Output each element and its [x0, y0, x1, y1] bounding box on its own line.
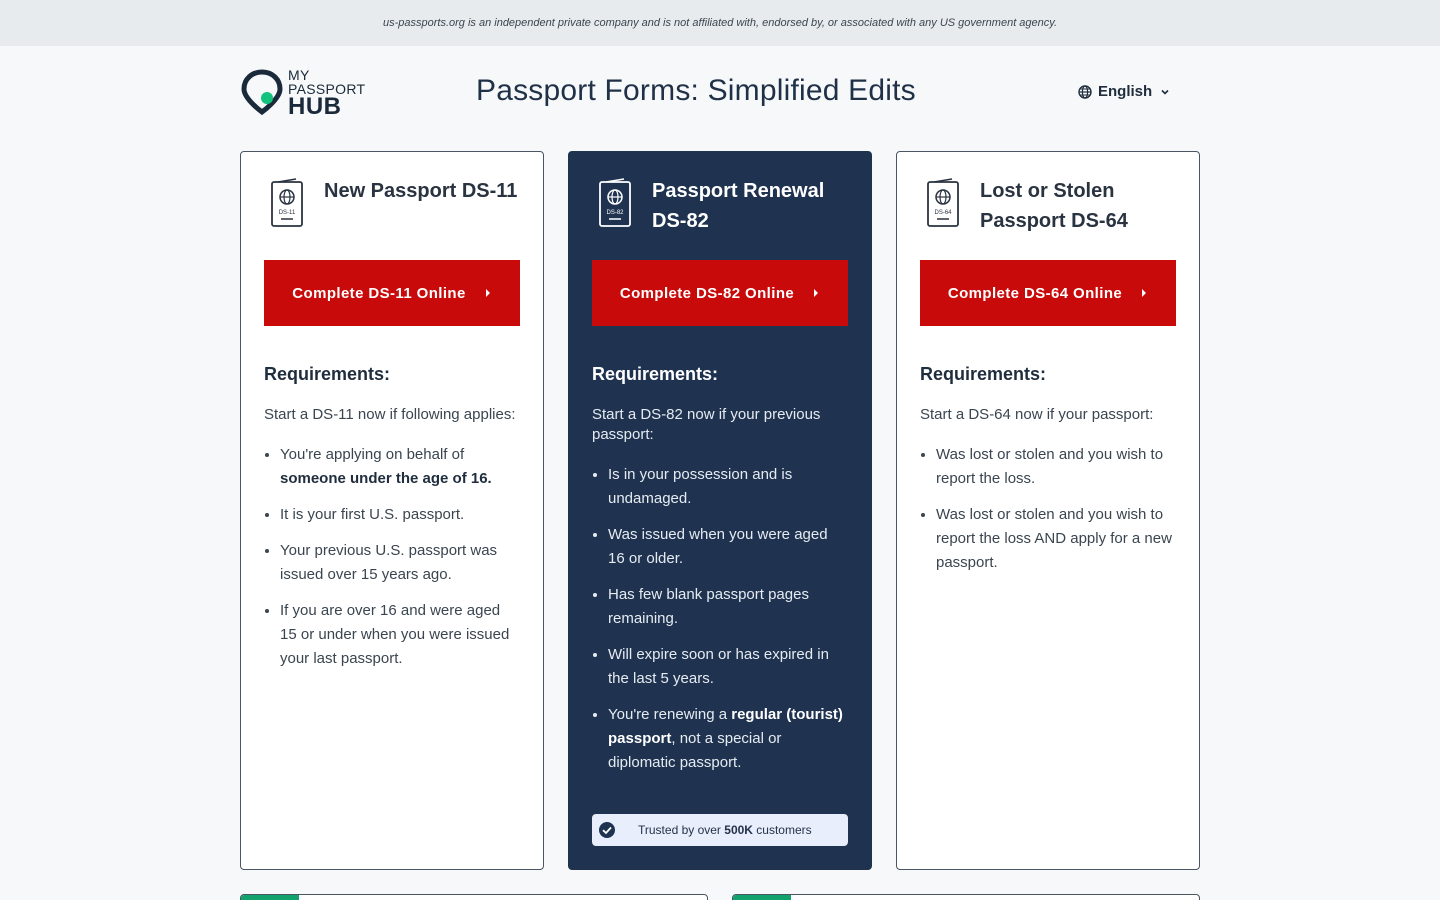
requirements-intro: Start a DS-11 now if following applies:: [264, 406, 516, 423]
form-cards: DS-11 New Passport DS-11 Complete DS-11 …: [240, 151, 1200, 870]
logo[interactable]: MY PASSPORT HUB: [240, 67, 380, 120]
cta-label: Complete DS-11 Online: [292, 284, 466, 302]
card-title: Lost or Stolen Passport DS-64: [980, 180, 1128, 232]
list-item: It is your first U.S. passport.: [280, 503, 520, 527]
disclaimer-text: us-passports.org is an independent priva…: [382, 17, 1058, 29]
logo-line-hub: HUB: [288, 93, 342, 120]
requirements-list: Is in your possession and is undamaged. …: [592, 463, 848, 775]
card-accent: [241, 895, 299, 900]
passport-icon-label: DS-82: [606, 210, 624, 216]
list-item: You're renewing a regular (tourist) pass…: [608, 703, 848, 775]
trust-text: Trusted by over 500K customers: [638, 823, 812, 837]
caret-right-icon: [814, 289, 819, 297]
list-item: Was issued when you were aged 16 or olde…: [608, 523, 848, 571]
secondary-card: [732, 894, 1200, 900]
language-selector[interactable]: English: [1078, 83, 1172, 100]
complete-ds11-button[interactable]: Complete DS-11 Online: [264, 260, 520, 326]
cta-label: Complete DS-82 Online: [619, 284, 795, 302]
card-accent: [733, 895, 791, 900]
requirements-heading: Requirements:: [592, 364, 719, 384]
caret-right-icon: [485, 289, 490, 297]
passport-icon: DS-82: [599, 178, 631, 227]
location-pin-icon: [241, 69, 283, 116]
card-title: New Passport DS-11: [324, 180, 518, 202]
list-item: If you are over 16 and were aged 15 or u…: [280, 599, 520, 671]
trust-badge: Trusted by over 500K customers: [592, 814, 848, 846]
page-title: Passport Forms: Simplified Edits: [476, 74, 916, 107]
list-item: You're applying on behalf of someone und…: [280, 443, 520, 491]
requirements-heading: Requirements:: [264, 364, 391, 384]
list-item: Will expire soon or has expired in the l…: [608, 643, 848, 691]
list-item: Is in your possession and is undamaged.: [608, 463, 848, 511]
list-item: Was lost or stolen and you wish to repor…: [936, 503, 1176, 575]
card-title: Passport Renewal DS-82: [652, 180, 825, 232]
logo-line-my: MY: [288, 67, 310, 83]
requirements-list: You're applying on behalf of someone und…: [264, 443, 520, 671]
requirements-intro: Start a DS-64 now if your passport:: [920, 406, 1154, 423]
globe-icon: [1078, 84, 1092, 99]
check-badge-icon: [599, 822, 615, 838]
card-ds82: DS-82 Passport Renewal DS-82 Complete DS…: [568, 151, 872, 870]
caret-right-icon: [1142, 289, 1147, 297]
chevron-down-icon: [1161, 89, 1169, 95]
passport-icon-label: DS-64: [934, 210, 952, 216]
language-label: English: [1098, 83, 1153, 100]
requirements-list: Was lost or stolen and you wish to repor…: [920, 443, 1176, 575]
passport-icon: DS-64: [927, 178, 959, 227]
list-item: Was lost or stolen and you wish to repor…: [936, 443, 1176, 491]
complete-ds64-button[interactable]: Complete DS-64 Online: [920, 260, 1176, 326]
cta-label: Complete DS-64 Online: [947, 284, 1123, 302]
card-ds64: DS-64 Lost or Stolen Passport DS-64 Comp…: [896, 151, 1200, 870]
header: MY PASSPORT HUB Passport Forms: Simplifi…: [240, 46, 1200, 151]
card-ds11: DS-11 New Passport DS-11 Complete DS-11 …: [240, 151, 544, 870]
passport-icon-label: DS-11: [279, 210, 296, 216]
secondary-card: [240, 894, 708, 900]
requirements-heading: Requirements:: [920, 364, 1047, 384]
passport-icon: DS-11: [271, 178, 303, 227]
requirements-intro: Start a DS-82 now if your previous passp…: [592, 406, 821, 443]
list-item: Has few blank passport pages remaining.: [608, 583, 848, 631]
list-item: Your previous U.S. passport was issued o…: [280, 539, 520, 587]
disclaimer-bar: us-passports.org is an independent priva…: [0, 0, 1440, 46]
complete-ds82-button[interactable]: Complete DS-82 Online: [592, 260, 848, 326]
